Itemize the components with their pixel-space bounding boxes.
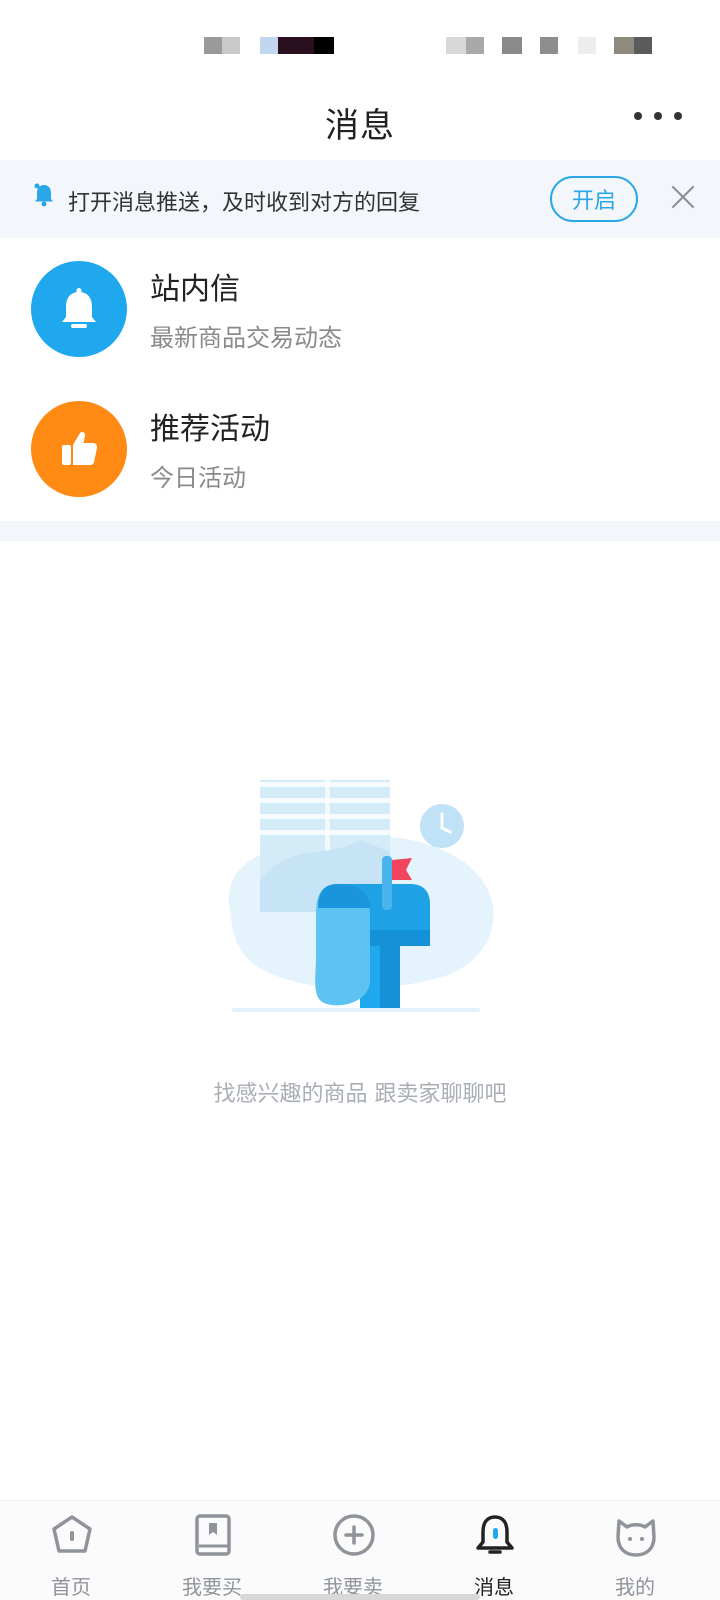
enable-push-button[interactable]: 开启 [550,176,638,222]
page-title: 消息 [325,106,395,146]
home-icon [52,1515,92,1553]
push-notification-banner: 打开消息推送，及时收到对方的回复 开启 [0,160,720,238]
tab-buy[interactable]: 我要买 [157,1501,267,1600]
section-divider [0,521,720,541]
bell-icon [31,261,127,357]
home-indicator [240,1594,480,1600]
status-block [260,37,278,54]
message-title: 推荐活动 [150,412,270,447]
empty-state-text: 找感兴趣的商品 跟卖家聊聊吧 [213,1082,507,1107]
message-subtitle: 今日活动 [150,464,246,492]
push-banner-text: 打开消息推送，及时收到对方的回复 [68,191,421,216]
message-item-site-mail[interactable]: 站内信 最新商品交易动态 [0,240,720,382]
status-block [446,37,466,54]
status-block [222,37,240,54]
status-block [278,37,314,54]
top-navigation-bar: 消息 [0,80,720,160]
cat-icon [616,1519,656,1557]
status-block [614,37,634,54]
tab-home[interactable]: 首页 [16,1501,126,1600]
dot [654,112,662,120]
status-block [314,37,334,54]
status-block [204,37,222,54]
more-options-button[interactable] [634,108,682,124]
dot [634,112,642,120]
status-block [466,37,484,54]
tab-sell[interactable]: 我要卖 [298,1501,408,1600]
status-block [578,37,596,54]
bell-icon [476,1515,514,1554]
message-title: 站内信 [150,272,240,307]
notification-bell-icon [34,183,53,207]
message-subtitle: 最新商品交易动态 [150,324,342,352]
tab-messages[interactable]: 消息 [439,1501,549,1600]
close-banner-icon[interactable] [668,182,698,212]
thumbs-up-icon [31,401,127,497]
plus-circle-icon [333,1514,375,1556]
status-block [540,37,558,54]
status-bar [0,0,720,80]
dot [674,112,682,120]
bottom-tab-bar: 首页 我要买 我要卖 消息 我的 [0,1500,720,1600]
message-item-recommended-activity[interactable]: 推荐活动 今日活动 [0,380,720,522]
tab-label: 我的 [615,1575,655,1599]
tab-label: 首页 [51,1575,91,1599]
status-block [634,37,652,54]
status-block [502,37,522,54]
book-icon [195,1514,231,1556]
mailbox-icon [228,780,494,1012]
tab-profile[interactable]: 我的 [580,1501,690,1600]
